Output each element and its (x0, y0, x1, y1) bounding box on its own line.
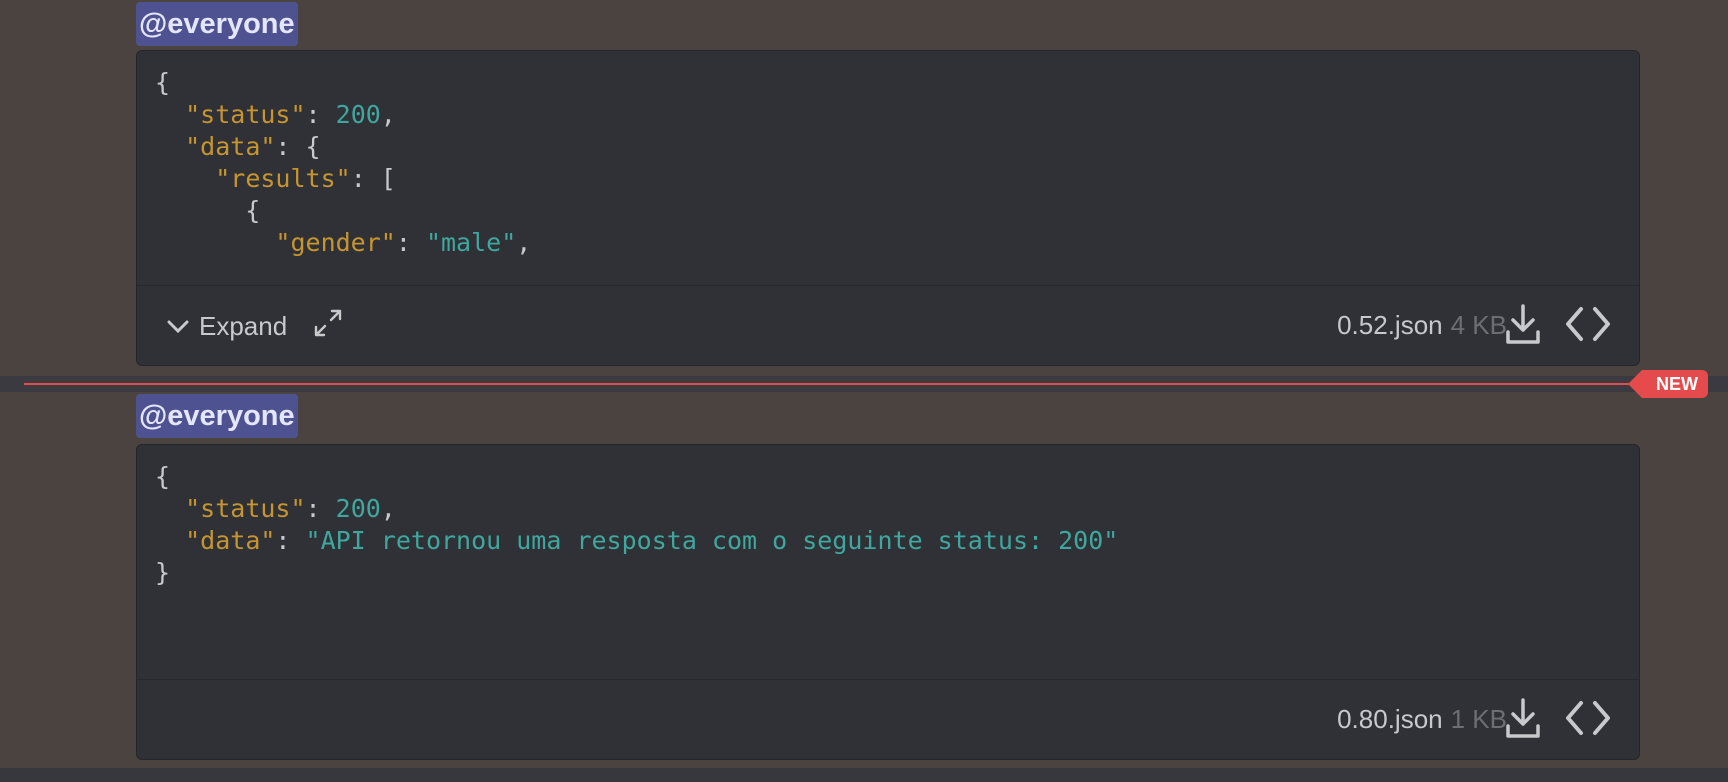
code-token: : (275, 526, 306, 555)
attachment-footer: Expand 0.52.json 4 KB (137, 285, 1639, 365)
code-line: "status": 200, (155, 99, 1621, 131)
code-attachment: { "status": 200, "data": { "results": [ … (136, 50, 1640, 366)
message-2: @everyone { "status": 200, "data": "API … (0, 392, 1728, 768)
code-token: "status" (185, 494, 306, 523)
code-token: "results" (215, 164, 351, 193)
code-token: "data" (185, 132, 276, 161)
code-token: : (395, 228, 426, 257)
code-preview: { "status": 200, "data": { "results": [ … (137, 51, 1639, 275)
download-icon[interactable] (1503, 696, 1543, 742)
file-info: 0.80.json 1 KB (1337, 704, 1507, 735)
code-line: "data": { (155, 131, 1621, 163)
code-line: { (155, 67, 1621, 99)
code-line: } (155, 557, 1621, 589)
code-token: "status" (185, 100, 306, 129)
file-name: 0.52.json (1337, 310, 1443, 340)
fullscreen-icon[interactable] (313, 308, 347, 342)
message-1: @everyone { "status": 200, "data": { "re… (0, 0, 1728, 376)
file-size: 1 KB (1450, 704, 1507, 734)
code-line: "gender": "male", (155, 227, 1621, 259)
code-token: , (516, 228, 532, 257)
file-info: 0.52.json 4 KB (1337, 310, 1507, 341)
code-icon[interactable] (1563, 304, 1613, 344)
chevron-down-icon (165, 313, 191, 339)
bottom-bar (0, 768, 1728, 782)
code-token: "API retornou uma resposta com o seguint… (305, 526, 1119, 555)
mention-everyone[interactable]: @everyone (136, 394, 298, 438)
code-token: : (305, 100, 336, 129)
code-token: : { (275, 132, 321, 161)
divider-line (24, 383, 1650, 385)
expand-label: Expand (199, 310, 288, 341)
code-token: "male" (425, 228, 517, 257)
code-preview: { "status": 200, "data": "API retornou u… (137, 445, 1639, 605)
code-line: "data": "API retornou uma resposta com o… (155, 525, 1621, 557)
code-line: { (155, 195, 1621, 227)
code-token: "data" (185, 526, 276, 555)
code-token: : (305, 494, 336, 523)
code-token: , (380, 100, 396, 129)
code-token: 200 (335, 494, 381, 523)
code-line: { (155, 461, 1621, 493)
code-line: "results": [ (155, 163, 1621, 195)
file-size: 4 KB (1450, 310, 1507, 340)
file-name: 0.80.json (1337, 704, 1443, 734)
code-token: } (155, 558, 171, 587)
new-messages-divider: NEW (0, 370, 1728, 398)
code-token: : [ (350, 164, 396, 193)
download-icon[interactable] (1503, 302, 1543, 348)
code-attachment: { "status": 200, "data": "API retornou u… (136, 444, 1640, 760)
code-icon[interactable] (1563, 698, 1613, 738)
code-token: , (380, 494, 396, 523)
code-token: { (155, 68, 171, 97)
expand-button[interactable]: Expand (165, 308, 287, 344)
mention-everyone[interactable]: @everyone (136, 2, 298, 46)
code-line: "status": 200, (155, 493, 1621, 525)
code-token: { (155, 462, 171, 491)
code-token: 200 (335, 100, 381, 129)
code-token: { (155, 196, 261, 225)
code-token: "gender" (275, 228, 396, 257)
attachment-footer: 0.80.json 1 KB (137, 679, 1639, 759)
